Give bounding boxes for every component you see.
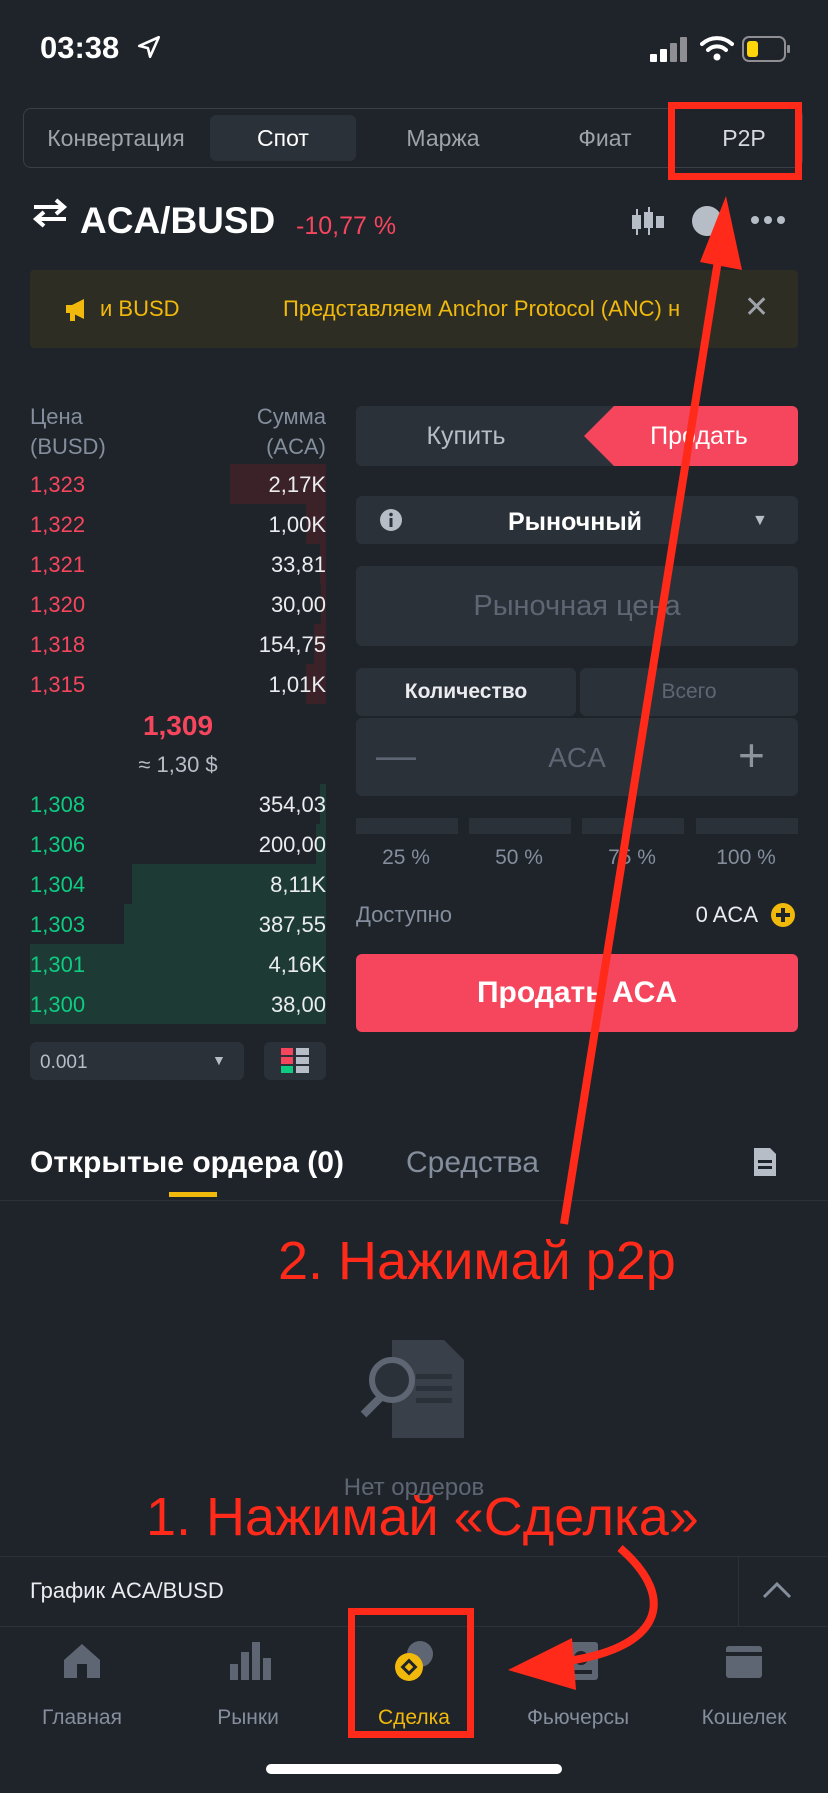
home-indicator [266, 1764, 562, 1774]
banner-text-part: и BUSD [100, 296, 180, 321]
percent-step[interactable] [469, 818, 571, 834]
plus-icon[interactable]: + [738, 728, 765, 782]
bid-row[interactable]: 1,306 200,00 [30, 824, 326, 864]
percent-step[interactable] [356, 818, 458, 834]
home-icon[interactable] [62, 1642, 102, 1680]
available-label: Доступно [356, 902, 453, 927]
add-funds-icon[interactable] [770, 902, 796, 928]
sell-tab[interactable]: Продать [600, 406, 798, 466]
quantity-unit: ACA [548, 742, 606, 773]
bid-row[interactable]: 1,301 4,16K [30, 944, 326, 984]
percent-step[interactable] [696, 818, 798, 834]
tab-funds[interactable]: Средства [406, 1146, 539, 1180]
orderbook-layout-icon [281, 1048, 309, 1073]
nav-wallet[interactable]: Кошелек [674, 1706, 814, 1730]
ask-row[interactable]: 1,321 33,81 [30, 544, 326, 584]
percent-label[interactable]: 50 % [469, 846, 569, 870]
tab-fiat[interactable]: Фиат [532, 109, 678, 167]
status-time: 03:38 [40, 30, 120, 65]
info-icon[interactable] [379, 508, 403, 532]
banner-text: Представляем Anchor Protocol (ANC) н [283, 296, 681, 321]
orderbook-amount-header: Сумма (ACA) [256, 404, 326, 459]
ask-row[interactable]: 1,320 30,00 [30, 584, 326, 624]
signal-icon [650, 37, 687, 62]
nav-home[interactable]: Главная [12, 1706, 152, 1730]
chevron-down-icon: ▼ [752, 512, 768, 529]
bid-row[interactable]: 1,303 387,55 [30, 904, 326, 944]
tab-margin[interactable]: Маржа [370, 109, 516, 167]
annotation-step-1: 1. Нажимай «Сделка» [146, 1487, 699, 1547]
mid-price: 1,309 [142, 710, 214, 741]
chevron-up-icon[interactable] [762, 1580, 792, 1600]
chart-label: График ACA/BUSD [30, 1578, 224, 1603]
info-circle-icon[interactable] [690, 204, 724, 238]
tab-spot[interactable]: Спот [210, 115, 356, 161]
tab-total-label: Всего [661, 680, 717, 703]
tab-quantity-label: Количество [404, 680, 528, 703]
percent-label[interactable]: 75 % [582, 846, 682, 870]
ask-row[interactable]: 1,322 1,00K [30, 504, 326, 544]
bid-row[interactable]: 1,304 8,11K [30, 864, 326, 904]
bid-row[interactable]: 1,308 354,03 [30, 784, 326, 824]
ask-row[interactable]: 1,323 2,17K [30, 464, 326, 504]
divider [0, 1200, 828, 1201]
candlestick-chart-icon[interactable] [630, 206, 666, 238]
nav-markets[interactable]: Рынки [178, 1706, 318, 1730]
ask-row[interactable]: 1,318 154,75 [30, 624, 326, 664]
swap-pair-icon[interactable] [32, 198, 68, 228]
battery-icon [742, 36, 790, 62]
active-tab-indicator [169, 1192, 217, 1197]
megaphone-icon [66, 299, 84, 321]
futures-icon[interactable] [560, 1640, 602, 1682]
order-type-value: Рыночный [507, 508, 643, 536]
chevron-down-icon: ▼ [212, 1052, 226, 1068]
highlight-p2p [668, 102, 802, 180]
buy-tab[interactable]: Купить [356, 406, 576, 466]
available-value: 0 ACA [695, 902, 758, 927]
wallet-icon[interactable] [724, 1642, 764, 1680]
pair-name[interactable]: ACA/BUSD [80, 200, 275, 242]
tab-convert[interactable]: Конвертация [24, 109, 208, 167]
market-price-placeholder: Рыночная цена [473, 590, 681, 622]
percent-label[interactable]: 100 % [696, 846, 796, 870]
close-icon[interactable]: ✕ [744, 290, 769, 325]
pair-change: -10,77 % [296, 212, 397, 240]
sell-submit-button[interactable]: Продать ACA [356, 954, 798, 1032]
location-arrow-icon [137, 35, 161, 59]
wifi-icon [700, 36, 734, 61]
highlight-trade [348, 1608, 474, 1738]
precision-value: 0.001 [40, 1052, 88, 1073]
document-icon[interactable] [752, 1146, 778, 1178]
mid-price-usd: ≈ 1,30 $ [138, 752, 218, 777]
no-orders-icon [360, 1340, 464, 1438]
percent-label[interactable]: 25 % [356, 846, 456, 870]
divider [738, 1556, 739, 1626]
ask-row[interactable]: 1,315 1,01K [30, 664, 326, 704]
more-icon[interactable] [750, 214, 786, 226]
percent-step[interactable] [582, 818, 684, 834]
orderbook-price-header: Цена (BUSD) [30, 404, 106, 459]
nav-futures[interactable]: Фьючерсы [508, 1706, 648, 1730]
tab-open-orders[interactable]: Открытые ордера (0) [30, 1146, 344, 1180]
annotation-step-2: 2. Нажимай p2p [278, 1231, 676, 1291]
bid-row[interactable]: 1,300 38,00 [30, 984, 326, 1024]
markets-icon[interactable] [228, 1640, 272, 1680]
